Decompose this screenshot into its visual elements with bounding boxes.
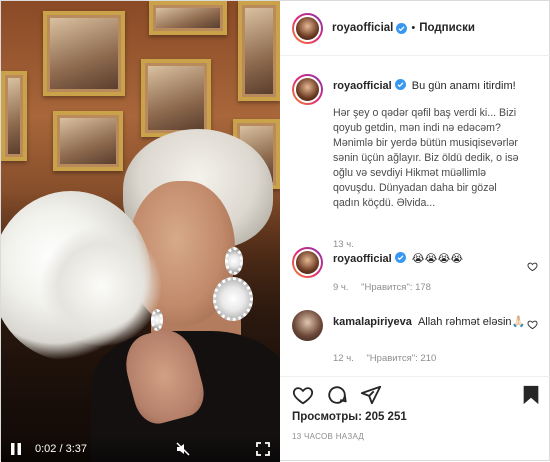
comment-text: kamalapiriyeva Allah rəhmət eləsin🙏🏻: [333, 315, 526, 330]
comment-body: 😭😭😭😭: [411, 253, 464, 265]
caption-block: royaofficial Bu gün anamı itirdim! Hər ş…: [292, 74, 544, 250]
comment-text: royaofficial 😭😭😭😭: [333, 252, 526, 267]
views-value: 205 251: [365, 411, 407, 423]
earring-pendant: [213, 277, 253, 321]
post-video[interactable]: 0:02 / 3:37: [1, 1, 280, 462]
bookmark-saved-icon[interactable]: [520, 384, 542, 406]
comment-likes[interactable]: "Нравится": 178: [361, 282, 431, 293]
like-comment-heart-icon[interactable]: [527, 319, 538, 330]
comment-avatar[interactable]: [292, 247, 323, 278]
view-count[interactable]: Просмотры: 205 251: [292, 411, 407, 423]
caption-avatar[interactable]: [292, 74, 323, 105]
comments-area: royaofficial Bu gün anamı itirdim! Hər ş…: [280, 57, 550, 375]
comment-meta: 9 ч. "Нравится": 178: [333, 282, 431, 293]
comment-item: royaofficial 😭😭😭😭 9 ч. "Нравится": 178: [292, 247, 544, 297]
post-side-panel: royaofficial • Подписки royaofficial Bu …: [280, 1, 550, 462]
comment-username[interactable]: kamalapiriyeva: [333, 316, 412, 328]
pause-icon[interactable]: [9, 442, 23, 456]
following-button[interactable]: Подписки: [419, 22, 475, 34]
wall-photo-frame: [1, 71, 27, 161]
wall-photo-frame: [149, 1, 227, 35]
wall-photo-frame: [238, 1, 280, 101]
comment-time: 9 ч.: [333, 282, 349, 293]
views-label: Просмотры:: [292, 411, 362, 423]
share-paper-plane-icon[interactable]: [360, 384, 382, 406]
posted-time[interactable]: 13 ЧАСОВ НАЗАД: [292, 432, 364, 441]
comment-time: 12 ч.: [333, 353, 354, 364]
comment-bubble-icon[interactable]: [326, 384, 348, 406]
comment-username[interactable]: royaofficial: [333, 253, 392, 265]
earring-top: [225, 247, 243, 275]
comment-item: kamalapiriyeva Allah rəhmət eləsin🙏🏻 12 …: [292, 310, 544, 370]
verified-badge-icon: [394, 79, 406, 90]
comment-body: Allah rəhmət eləsin🙏🏻: [417, 316, 526, 328]
verified-badge-icon: [396, 22, 408, 34]
post-header: royaofficial • Подписки: [280, 1, 550, 56]
white-flower-bouquet: [41, 226, 161, 346]
comment-likes[interactable]: "Нравится": 210: [366, 353, 436, 364]
wall-photo-frame: [53, 111, 123, 171]
like-comment-heart-icon[interactable]: [527, 261, 538, 272]
comment-avatar[interactable]: [292, 310, 323, 341]
caption-title: Bu gün anamı itirdim!: [411, 80, 516, 92]
video-controls: 0:02 / 3:37: [1, 436, 280, 462]
caption-username[interactable]: royaofficial: [333, 80, 392, 92]
header-separator: •: [411, 22, 416, 34]
video-time: 0:02 / 3:37: [35, 443, 87, 455]
wall-photo-frame: [141, 59, 211, 137]
muted-speaker-icon[interactable]: [176, 442, 190, 456]
profile-avatar[interactable]: [292, 12, 323, 44]
wall-photo-frame: [43, 11, 125, 96]
like-heart-icon[interactable]: [292, 384, 314, 406]
header-username[interactable]: royaofficial: [332, 22, 393, 34]
caption-body: Hər şey o qədər qəfil baş verdi ki... Bi…: [333, 107, 519, 209]
caption-text: royaofficial Bu gün anamı itirdim! Hər ş…: [333, 79, 526, 211]
action-bar: [280, 376, 550, 410]
comment-meta: 12 ч. "Нравится": 210: [333, 353, 436, 364]
fullscreen-icon[interactable]: [256, 442, 270, 456]
verified-badge-icon: [394, 252, 406, 263]
instagram-post: 0:02 / 3:37 royaofficial • Подписки roya…: [0, 0, 550, 462]
